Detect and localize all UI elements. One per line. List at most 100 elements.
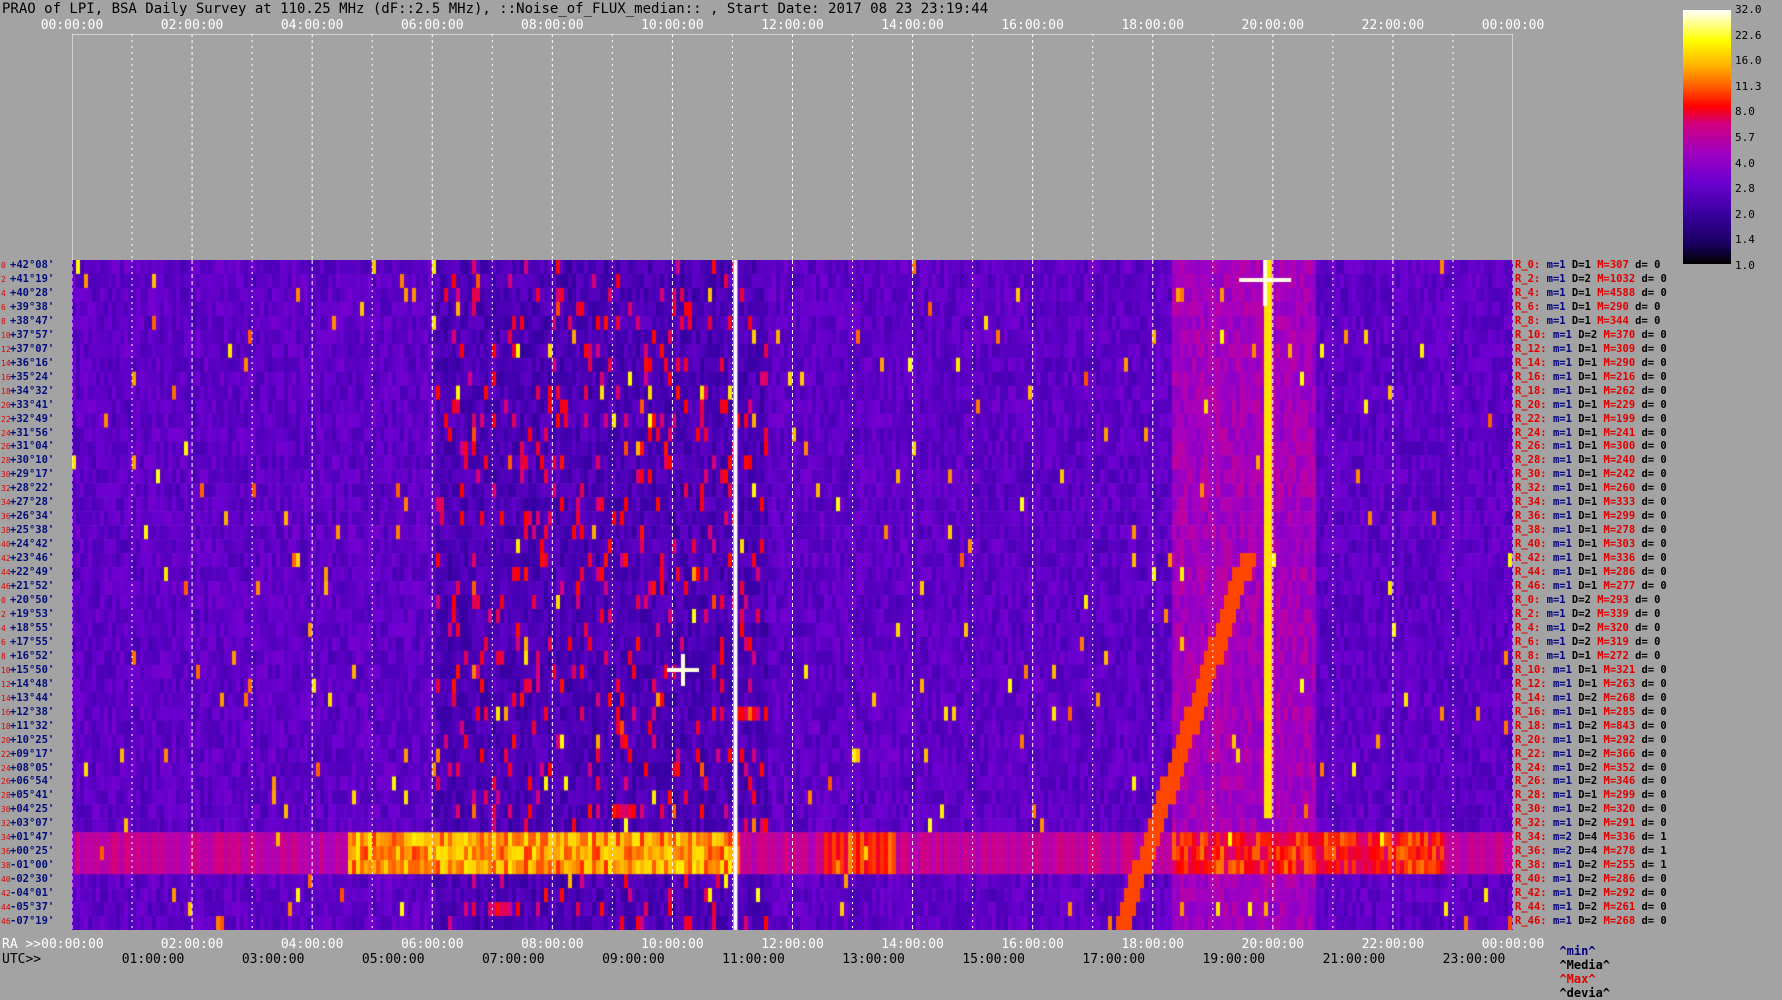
row-stat-x: M=278 [1603,524,1636,537]
row-stat-z: d= 0 [1641,286,1667,299]
row-stat-r: R_8: [1515,314,1541,327]
beam-index-label: 12 [1,679,11,689]
row-stat-d: D=2 [1578,803,1598,816]
row-stat: R_6: m=1 D=2 M=319 d= 0 [1515,636,1660,648]
colorbar-tick: 8.0 [1735,105,1755,119]
row-stat-x: M=309 [1603,342,1636,355]
row-stat-z: d= 0 [1635,314,1661,327]
row-stat-r: R_46: [1515,915,1547,928]
row-stat-z: d= 1 [1641,831,1667,844]
utc-axis-tick: 01:00:00 [121,952,185,967]
beam-index-label: 8 [1,316,6,326]
beam-index-label: 22 [1,414,11,424]
row-stat-r: R_24: [1515,761,1547,774]
row-stat-x: M=260 [1603,482,1636,495]
utc-axis-tick: 03:00:00 [241,952,305,967]
row-stat-d: D=1 [1578,468,1598,481]
row-stat-d: D=4 [1578,845,1598,858]
row-stat-x: M=272 [1597,649,1629,662]
colorbar-tick: 2.8 [1735,182,1755,196]
row-stat-z: d= 0 [1641,901,1667,914]
top-axis-tick: 06:00:00 [400,18,464,33]
row-stat: R_24: m=1 D=2 M=352 d= 0 [1515,762,1667,774]
row-stat-r: R_12: [1515,677,1547,690]
row-stat-r: R_16: [1515,370,1547,383]
row-stat-z: d= 0 [1641,733,1667,746]
declination-label: +35°24' [10,370,55,383]
row-stat-z: d= 0 [1641,719,1667,732]
beam-index-label: 4 [1,288,6,298]
row-stat-d: D=1 [1578,356,1598,369]
row-stat-z: d= 0 [1641,454,1667,467]
row-stat-d: D=1 [1571,259,1591,271]
declination-label: +26°34' [10,510,55,523]
row-stat-r: R_8: [1515,649,1541,662]
beam-index-label: 26 [1,442,11,452]
declination-label: +29°17' [10,468,55,481]
row-stat: R_46: m=1 D=1 M=277 d= 0 [1515,580,1667,592]
row-stat-z: d= 0 [1641,663,1667,676]
ra-axis-tick: 18:00:00 [1121,937,1185,952]
row-stat-m: m=1 [1552,691,1572,704]
row-stat-z: d= 0 [1641,566,1667,579]
row-stat: R_26: m=1 D=2 M=346 d= 0 [1515,775,1667,787]
row-stat-x: M=290 [1603,356,1636,369]
row-stat-d: D=2 [1571,594,1591,606]
top-axis-tick: 00:00:00 [40,18,104,33]
declination-label: -05°37' [10,901,55,914]
row-stat-m: m=1 [1552,426,1572,439]
row-stat-m: m=1 [1552,356,1572,369]
row-stat-r: R_22: [1515,412,1547,425]
declination-label: +39°38' [10,300,55,313]
row-stat-m: m=1 [1552,510,1572,523]
declination-label: +32°49' [10,412,55,425]
declination-label: +27°28' [10,496,55,509]
row-stat-x: M=307 [1597,259,1629,271]
row-stat-r: R_4: [1515,621,1541,634]
row-stat-m: m=2 [1552,845,1572,858]
colorbar-tick: 22.6 [1735,28,1762,42]
row-stat-m: m=1 [1552,915,1572,928]
row-stat-r: R_26: [1515,440,1547,453]
colorbar-tick: 32.0 [1735,3,1762,16]
stats-key: ^min^ ^Media^ ^Max^ ^devia^ [1545,930,1610,1000]
row-stat-x: M=268 [1603,691,1636,704]
row-stat: R_16: m=1 D=1 M=285 d= 0 [1515,706,1667,718]
row-stat: R_44: m=1 D=2 M=261 d= 0 [1515,901,1667,913]
row-stat: R_2: m=1 D=2 M=1032 d= 0 [1515,273,1667,285]
row-stat-d: D=1 [1571,300,1591,313]
declination-label: +00°25' [10,845,55,858]
ra-axis-tick: 02:00:00 [160,937,224,952]
row-stat-d: D=1 [1578,580,1598,593]
row-stat-r: R_28: [1515,454,1547,467]
row-stat-d: D=1 [1578,496,1598,509]
row-stat: R_6: m=1 D=1 M=290 d= 0 [1515,301,1660,313]
row-stat-z: d= 0 [1641,370,1667,383]
row-stat-z: d= 0 [1641,384,1667,397]
row-stat-x: M=344 [1597,314,1629,327]
beam-index-label: 42 [1,889,11,899]
top-axis-tick: 18:00:00 [1121,18,1185,33]
colorbar-tick: 2.0 [1735,207,1755,221]
beam-index-label: 32 [1,819,11,829]
row-stat-x: M=255 [1603,859,1636,872]
row-stat: R_8: m=1 D=1 M=272 d= 0 [1515,650,1660,662]
row-stat-x: M=333 [1603,496,1636,509]
row-stat-z: d= 0 [1641,873,1667,886]
utc-axis-tick: 19:00:00 [1202,952,1266,967]
row-stat-x: M=262 [1603,384,1636,397]
row-stat-x: M=843 [1603,719,1636,732]
row-stat: R_20: m=1 D=1 M=229 d= 0 [1515,399,1667,411]
row-stat: R_10: m=1 D=2 M=370 d= 0 [1515,329,1667,341]
row-stat-z: d= 0 [1641,747,1667,760]
row-stat-x: M=216 [1603,370,1636,383]
declination-label: +20°50' [10,594,55,606]
top-axis-tick: 00:00:00 [1481,18,1545,33]
row-stat: R_34: m=2 D=4 M=336 d= 1 [1515,831,1667,843]
beam-index-label: 12 [1,344,11,354]
row-stat: R_46: m=1 D=2 M=268 d= 0 [1515,915,1667,927]
declination-label: +14°48' [10,677,55,690]
beam-index-label: 14 [1,358,11,368]
stats-key-max: ^Max^ [1559,972,1596,986]
row-stat: R_30: m=1 D=2 M=320 d= 0 [1515,803,1667,815]
